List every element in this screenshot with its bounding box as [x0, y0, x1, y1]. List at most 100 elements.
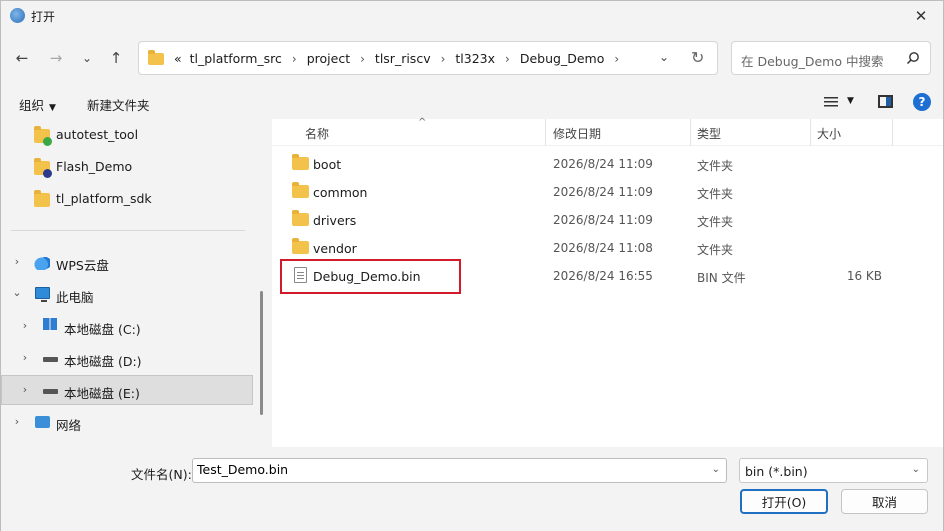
- file-date: 2026/8/24 11:09: [553, 185, 653, 199]
- folder-icon: [292, 154, 309, 170]
- divider: [11, 230, 245, 231]
- chevron-right-icon[interactable]: ›: [20, 351, 30, 364]
- open-button[interactable]: 打开(O): [740, 489, 828, 514]
- column-header-size[interactable]: 大小: [817, 125, 841, 142]
- column-header-type[interactable]: 类型: [697, 125, 721, 142]
- chevron-right-icon[interactable]: ›: [435, 52, 452, 66]
- nav-item-drive-d[interactable]: › 本地磁盘 (D:): [1, 344, 253, 374]
- chevron-down-icon[interactable]: ⌄: [12, 286, 22, 299]
- app-icon: [10, 8, 25, 23]
- computer-icon: [35, 287, 50, 302]
- view-list-icon[interactable]: [824, 96, 838, 108]
- search-icon[interactable]: [906, 51, 920, 65]
- chevron-right-icon[interactable]: ›: [20, 383, 30, 396]
- search-input[interactable]: 在 Debug_Demo 中搜索: [741, 51, 883, 70]
- breadcrumb-overflow[interactable]: «: [170, 51, 186, 66]
- folder-check-icon: [34, 126, 52, 146]
- nav-item-label: 本地磁盘 (E:): [64, 386, 140, 401]
- file-row-common[interactable]: common 2026/8/24 11:09 文件夹: [280, 178, 935, 206]
- chevron-down-icon[interactable]: ⌄: [712, 464, 720, 475]
- file-row-boot[interactable]: boot 2026/8/24 11:09 文件夹: [280, 150, 935, 178]
- folder-icon: [34, 190, 50, 207]
- file-row-vendor[interactable]: vendor 2026/8/24 11:08 文件夹: [280, 234, 935, 262]
- file-type: 文件夹: [697, 215, 734, 229]
- chevron-right-icon[interactable]: ›: [499, 52, 516, 66]
- folder-icon: [292, 182, 309, 198]
- nav-item-label: WPS云盘: [56, 258, 109, 273]
- file-type-filter-select[interactable]: bin (*.bin) ⌄: [739, 458, 928, 483]
- back-arrow-icon[interactable]: ←: [11, 47, 33, 69]
- organize-button[interactable]: 组织 ▼: [19, 95, 56, 114]
- nav-item-this-pc[interactable]: ⌄ 此电脑: [1, 280, 253, 310]
- breadcrumb: « tl_platform_src › project › tlsr_riscv…: [170, 51, 625, 66]
- column-headers: ^ 名称 修改日期 类型 大小: [272, 117, 943, 146]
- filename-label: 文件名(N):: [131, 467, 192, 482]
- file-name: boot: [313, 157, 342, 172]
- windows-drive-icon: [43, 318, 57, 330]
- nav-item-drive-c[interactable]: › 本地磁盘 (C:): [1, 312, 253, 342]
- column-header-name[interactable]: 名称: [305, 125, 329, 142]
- file-name: vendor: [313, 241, 357, 256]
- chevron-right-icon[interactable]: ›: [20, 319, 30, 332]
- column-divider[interactable]: [545, 119, 546, 146]
- folder-icon: [292, 210, 309, 226]
- drive-icon: [43, 357, 58, 362]
- column-header-date[interactable]: 修改日期: [553, 125, 601, 142]
- navpane-scrollbar[interactable]: [260, 291, 263, 415]
- file-date: 2026/8/24 11:08: [553, 241, 653, 255]
- title-bar: 打开 ✕: [1, 1, 943, 31]
- forward-arrow-icon[interactable]: →: [45, 47, 67, 69]
- nav-item-flash-demo[interactable]: Flash_Demo: [1, 152, 253, 182]
- navigation-pane: autotest_tool Flash_Demo tl_platform_sdk…: [1, 119, 267, 447]
- file-list: ^ 名称 修改日期 类型 大小 boot 2026/8/24 11:09 文件夹…: [272, 117, 943, 447]
- file-row-drivers[interactable]: drivers 2026/8/24 11:09 文件夹: [280, 206, 935, 234]
- nav-item-autotest-tool[interactable]: autotest_tool: [1, 120, 253, 150]
- nav-item-label: tl_platform_sdk: [56, 191, 152, 206]
- breadcrumb-debug-demo[interactable]: Debug_Demo: [516, 51, 609, 66]
- chevron-right-icon[interactable]: ›: [354, 52, 371, 66]
- breadcrumb-tlsr-riscv[interactable]: tlsr_riscv: [371, 51, 435, 66]
- folder-icon: [148, 50, 164, 65]
- new-folder-button[interactable]: 新建文件夹: [87, 95, 150, 114]
- preview-pane-icon[interactable]: [878, 95, 893, 108]
- breadcrumb-tl-platform-src[interactable]: tl_platform_src: [186, 51, 286, 66]
- filename-combobox[interactable]: ⌄: [192, 458, 727, 483]
- recent-locations-chevron-icon[interactable]: ⌄: [76, 47, 98, 69]
- column-divider[interactable]: [892, 119, 893, 146]
- chevron-down-icon[interactable]: ⌄: [912, 464, 920, 475]
- chevron-right-icon[interactable]: ›: [12, 415, 22, 428]
- column-divider[interactable]: [810, 119, 811, 146]
- file-date: 2026/8/24 11:09: [553, 213, 653, 227]
- nav-item-drive-e[interactable]: › 本地磁盘 (E:): [1, 375, 253, 405]
- network-icon: [35, 416, 50, 428]
- cloud-icon: [34, 256, 50, 270]
- refresh-icon[interactable]: ↻: [691, 48, 704, 67]
- up-arrow-icon[interactable]: ↑: [105, 47, 127, 69]
- dialog-footer: 文件名(N): ⌄ bin (*.bin) ⌄ 打开(O) 取消: [1, 447, 943, 531]
- address-bar[interactable]: « tl_platform_src › project › tlsr_riscv…: [138, 41, 718, 75]
- breadcrumb-project[interactable]: project: [303, 51, 354, 66]
- filename-input[interactable]: [197, 462, 697, 477]
- search-box[interactable]: 在 Debug_Demo 中搜索: [731, 41, 931, 75]
- nav-item-label: 本地磁盘 (D:): [64, 354, 142, 369]
- column-divider[interactable]: [690, 119, 691, 146]
- nav-item-wps-cloud[interactable]: › WPS云盘: [1, 248, 253, 278]
- folder-question-icon: [34, 158, 52, 178]
- cancel-button[interactable]: 取消: [841, 489, 928, 514]
- question-badge-icon: [43, 169, 52, 178]
- command-bar: 组织 ▼ 新建文件夹 ▼ ?: [1, 87, 943, 117]
- address-history-chevron-icon[interactable]: ⌄: [659, 50, 669, 64]
- view-options-caret-icon[interactable]: ▼: [847, 96, 854, 106]
- nav-item-tl-platform-sdk[interactable]: tl_platform_sdk: [1, 184, 253, 214]
- chevron-right-icon[interactable]: ›: [608, 52, 625, 66]
- file-date: 2026/8/24 16:55: [553, 269, 653, 283]
- breadcrumb-tl323x[interactable]: tl323x: [451, 51, 499, 66]
- file-type: BIN 文件: [697, 271, 746, 285]
- nav-item-network[interactable]: › 网络: [1, 408, 253, 438]
- chevron-right-icon[interactable]: ›: [12, 255, 22, 268]
- file-name: drivers: [313, 213, 357, 228]
- nav-item-label: 网络: [56, 418, 82, 433]
- help-icon[interactable]: ?: [913, 93, 931, 111]
- chevron-right-icon[interactable]: ›: [286, 52, 303, 66]
- close-button[interactable]: ✕: [899, 1, 943, 31]
